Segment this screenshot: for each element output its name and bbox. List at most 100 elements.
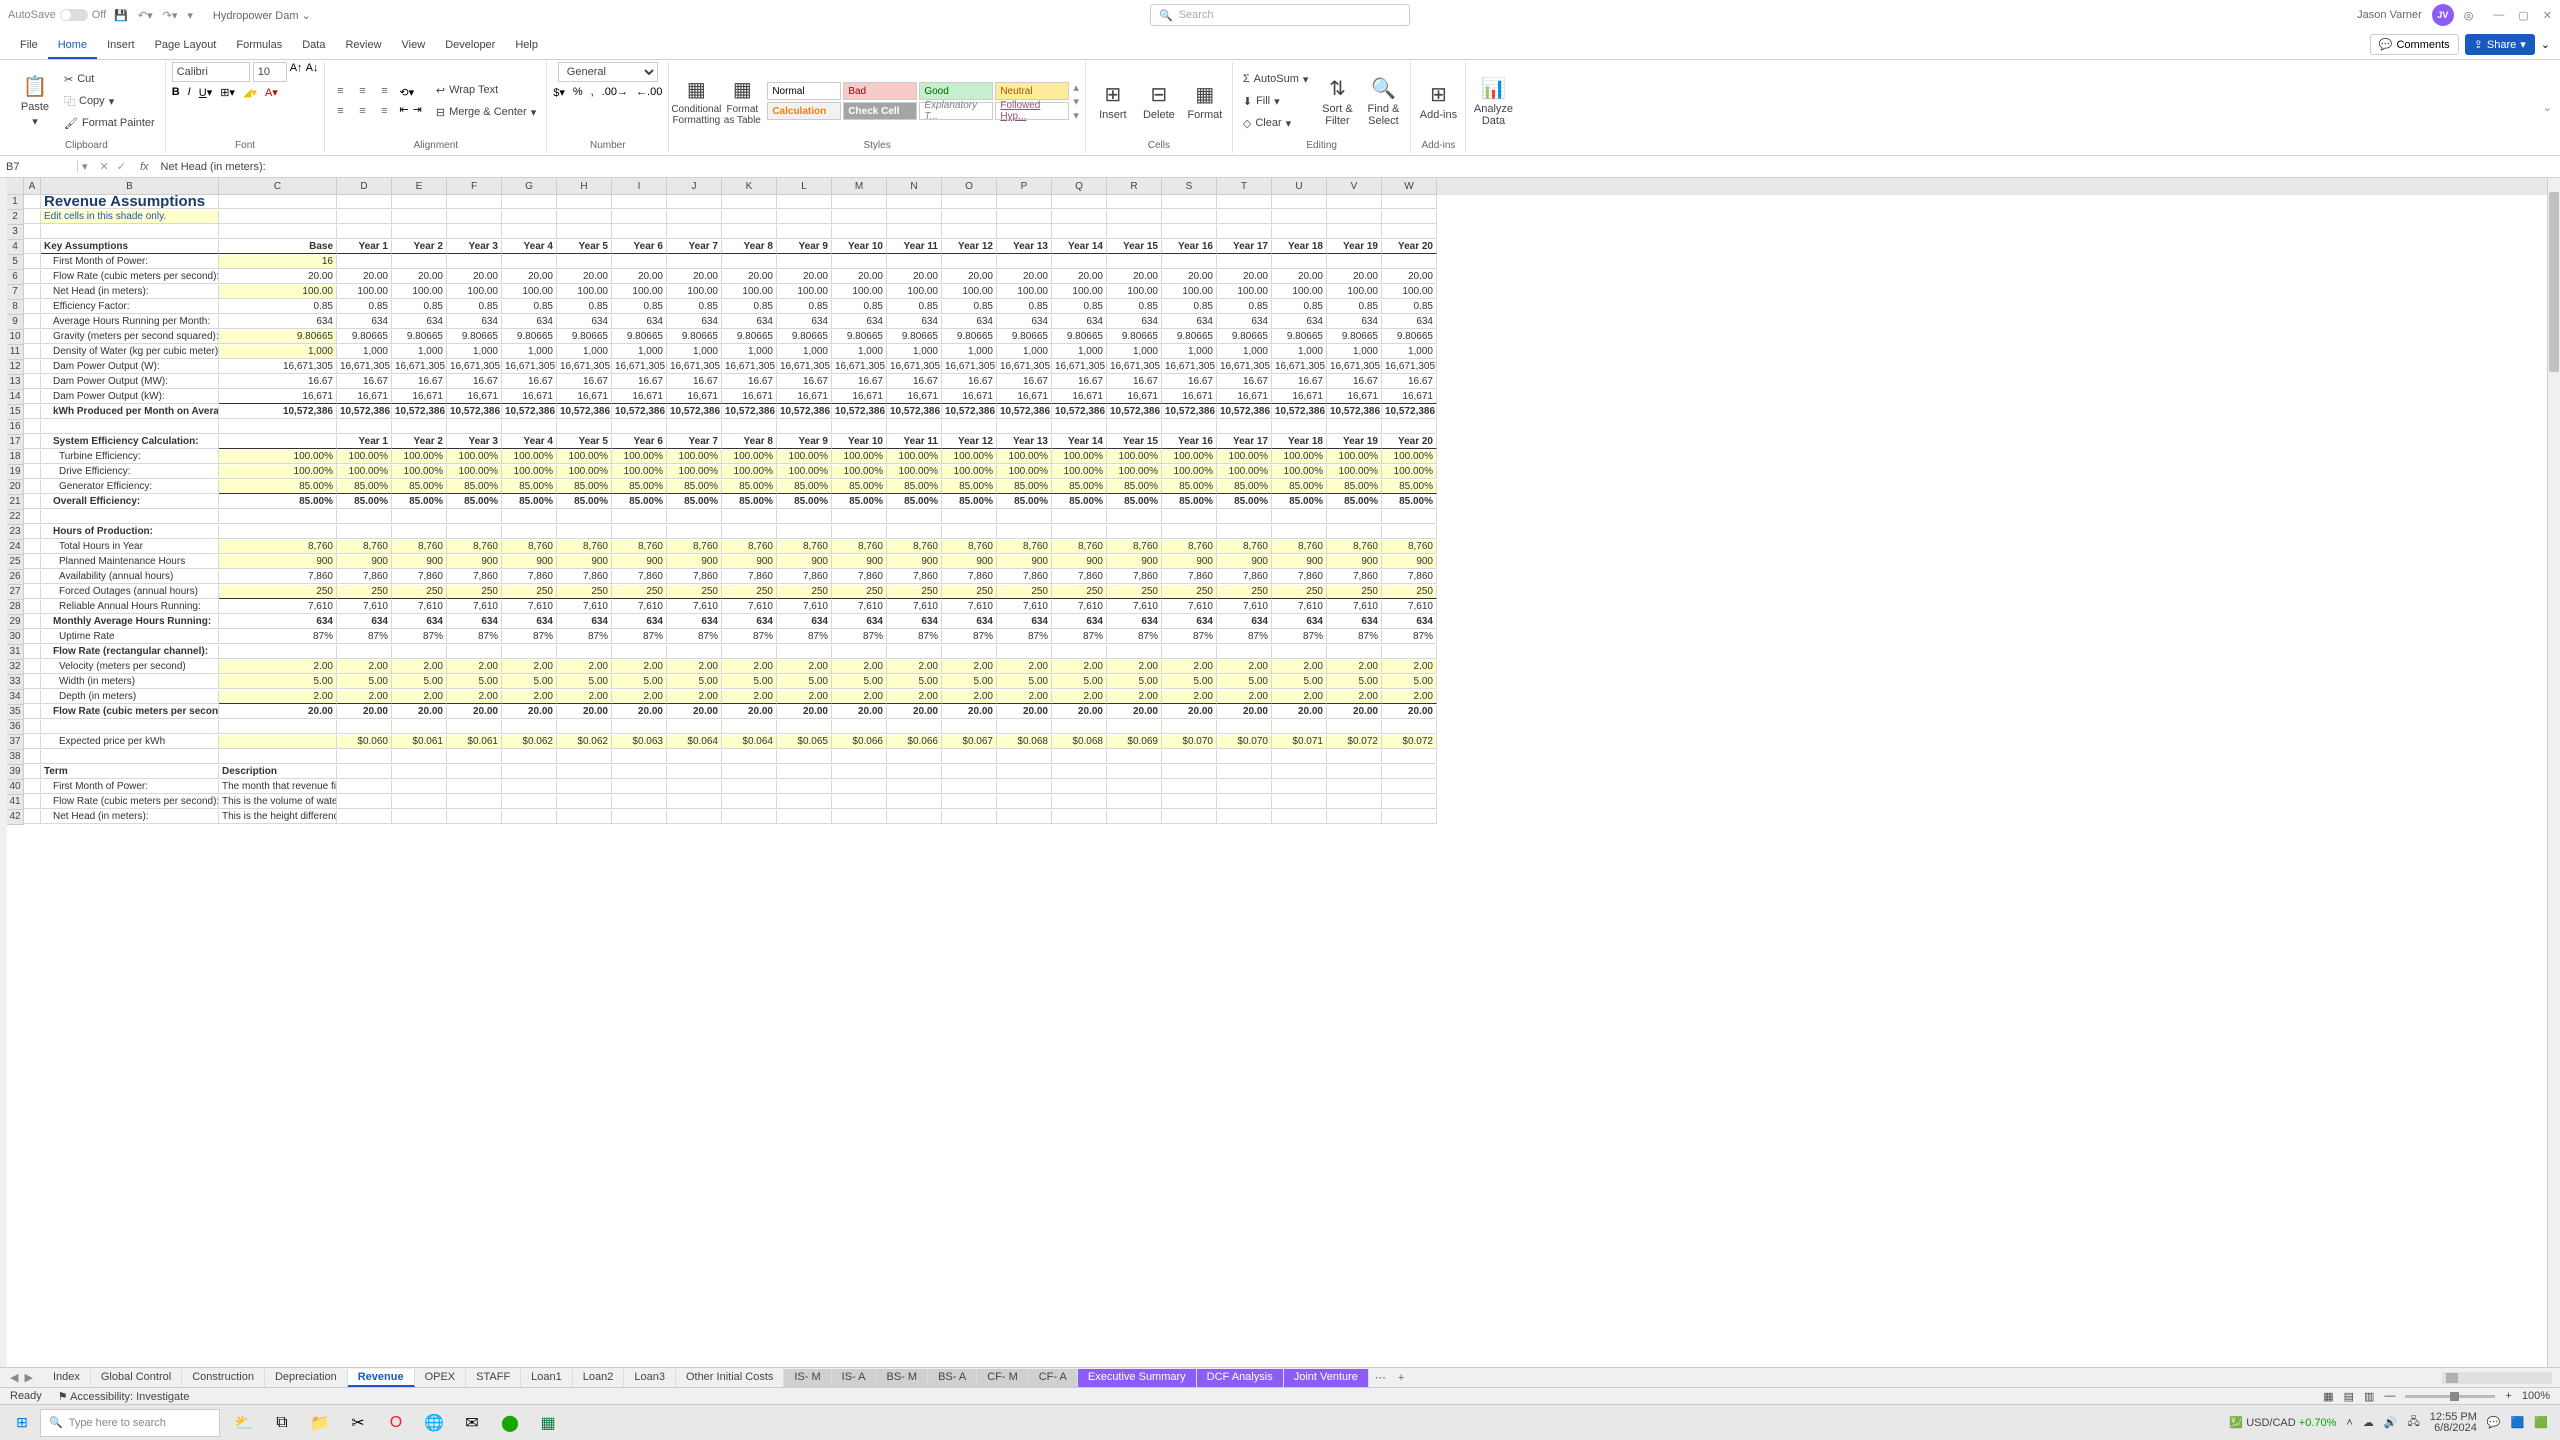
cell[interactable] [1327, 810, 1382, 824]
cell[interactable]: 16,671 [447, 390, 502, 404]
cell[interactable]: 16.67 [337, 375, 392, 389]
col-header-G[interactable]: G [502, 178, 557, 195]
cell[interactable]: 8,760 [1382, 540, 1437, 554]
cell[interactable]: 2.00 [1107, 660, 1162, 674]
cell[interactable]: 2.00 [447, 690, 502, 704]
row-header-14[interactable]: 14 [7, 390, 24, 405]
cell[interactable] [777, 720, 832, 734]
cell[interactable] [1382, 645, 1437, 659]
cell[interactable]: 87% [667, 630, 722, 644]
cell[interactable] [722, 255, 777, 269]
cell[interactable] [24, 435, 41, 449]
h-scrollbar-thumb[interactable] [2446, 1373, 2458, 1383]
cell[interactable]: 100.00% [447, 450, 502, 464]
cell[interactable]: Year 6 [612, 435, 667, 449]
cell[interactable] [24, 765, 41, 779]
cell[interactable]: 10,572,386 [942, 405, 997, 419]
cell[interactable]: 2.00 [502, 660, 557, 674]
taskbar-search[interactable]: 🔍Type here to search [40, 1409, 220, 1437]
cell[interactable] [612, 720, 667, 734]
cell[interactable] [24, 420, 41, 434]
cell[interactable]: 634 [667, 615, 722, 629]
cell[interactable]: 634 [337, 615, 392, 629]
cell[interactable]: 16,671 [392, 390, 447, 404]
cell[interactable] [447, 525, 502, 539]
cell[interactable] [832, 765, 887, 779]
cell[interactable]: 7,860 [1217, 570, 1272, 584]
cell[interactable] [1162, 645, 1217, 659]
cell[interactable] [392, 765, 447, 779]
cell[interactable]: Description [219, 765, 337, 779]
cell[interactable]: First Month of Power: [41, 255, 219, 269]
cell[interactable] [667, 525, 722, 539]
cell[interactable]: 85.00% [1162, 495, 1217, 509]
cell[interactable]: 1,000 [1217, 345, 1272, 359]
cell[interactable]: 20.00 [1107, 270, 1162, 284]
cell[interactable] [392, 720, 447, 734]
cell[interactable] [502, 645, 557, 659]
cell[interactable]: 1,000 [997, 345, 1052, 359]
cell[interactable]: Year 5 [557, 240, 612, 254]
cell[interactable] [887, 195, 942, 209]
cell[interactable]: 10,572,386 [667, 405, 722, 419]
accessibility-status[interactable]: ⚑ Accessibility: Investigate [58, 1390, 190, 1403]
cell[interactable]: 634 [942, 615, 997, 629]
cell[interactable] [219, 720, 337, 734]
row-header-20[interactable]: 20 [7, 480, 24, 495]
decrease-indent-icon[interactable]: ⇤ [399, 103, 408, 116]
cell[interactable]: 16,671 [1272, 390, 1327, 404]
cell[interactable]: 634 [997, 315, 1052, 329]
cell[interactable]: $0.064 [667, 735, 722, 749]
clear-button[interactable]: ◇ Clear ▾ [1239, 113, 1313, 133]
cell[interactable] [392, 525, 447, 539]
cell[interactable] [1107, 645, 1162, 659]
cell[interactable]: 20.00 [557, 270, 612, 284]
cell[interactable]: Year 18 [1272, 435, 1327, 449]
cell[interactable]: 100.00% [1217, 450, 1272, 464]
col-header-D[interactable]: D [337, 178, 392, 195]
cell[interactable]: Flow Rate (cubic meters per second): [41, 795, 219, 809]
cell[interactable] [24, 615, 41, 629]
row-header-5[interactable]: 5 [7, 255, 24, 270]
cell[interactable] [1382, 750, 1437, 764]
cell[interactable]: 100.00% [667, 465, 722, 479]
cell[interactable]: 16,671 [832, 390, 887, 404]
cell[interactable]: 100.00 [612, 285, 667, 299]
cell[interactable]: 7,610 [1327, 600, 1382, 614]
cell[interactable]: 16,671,305 [667, 360, 722, 374]
cell[interactable]: 16.67 [1382, 375, 1437, 389]
cell[interactable]: 900 [1217, 555, 1272, 569]
cell[interactable] [1217, 195, 1272, 209]
cell[interactable]: 9.80665 [337, 330, 392, 344]
app-tray-icon-2[interactable]: 🟩 [2534, 1416, 2548, 1429]
weather-icon[interactable]: ⛅ [226, 1408, 262, 1438]
cell[interactable] [24, 255, 41, 269]
cell[interactable] [1327, 225, 1382, 239]
cell[interactable]: 250 [1327, 585, 1382, 599]
cell[interactable]: 16.67 [502, 375, 557, 389]
row-header-16[interactable]: 16 [7, 420, 24, 435]
cell[interactable]: 900 [722, 555, 777, 569]
cell[interactable] [24, 480, 41, 494]
cell[interactable]: 8,760 [1217, 540, 1272, 554]
sheet-tab-executive-summary[interactable]: Executive Summary [1078, 1369, 1197, 1387]
cell[interactable] [942, 810, 997, 824]
cell[interactable] [24, 630, 41, 644]
cell[interactable]: 85.00% [557, 480, 612, 494]
cell[interactable]: 9.80665 [667, 330, 722, 344]
cell[interactable]: 16,671,305 [1162, 360, 1217, 374]
cell[interactable] [832, 750, 887, 764]
cell[interactable]: 100.00% [1272, 465, 1327, 479]
cell[interactable]: 10,572,386 [887, 405, 942, 419]
cell[interactable]: 250 [337, 585, 392, 599]
cell[interactable]: 16,671,305 [1382, 360, 1437, 374]
cell[interactable] [667, 225, 722, 239]
cell[interactable] [24, 585, 41, 599]
cell[interactable]: 10,572,386 [337, 405, 392, 419]
cell[interactable] [777, 750, 832, 764]
row-header-27[interactable]: 27 [7, 585, 24, 600]
cell[interactable]: Year 8 [722, 435, 777, 449]
format-painter-button[interactable]: 🖌Format Painter [60, 113, 159, 133]
cell[interactable]: 1,000 [557, 345, 612, 359]
cell[interactable] [777, 195, 832, 209]
